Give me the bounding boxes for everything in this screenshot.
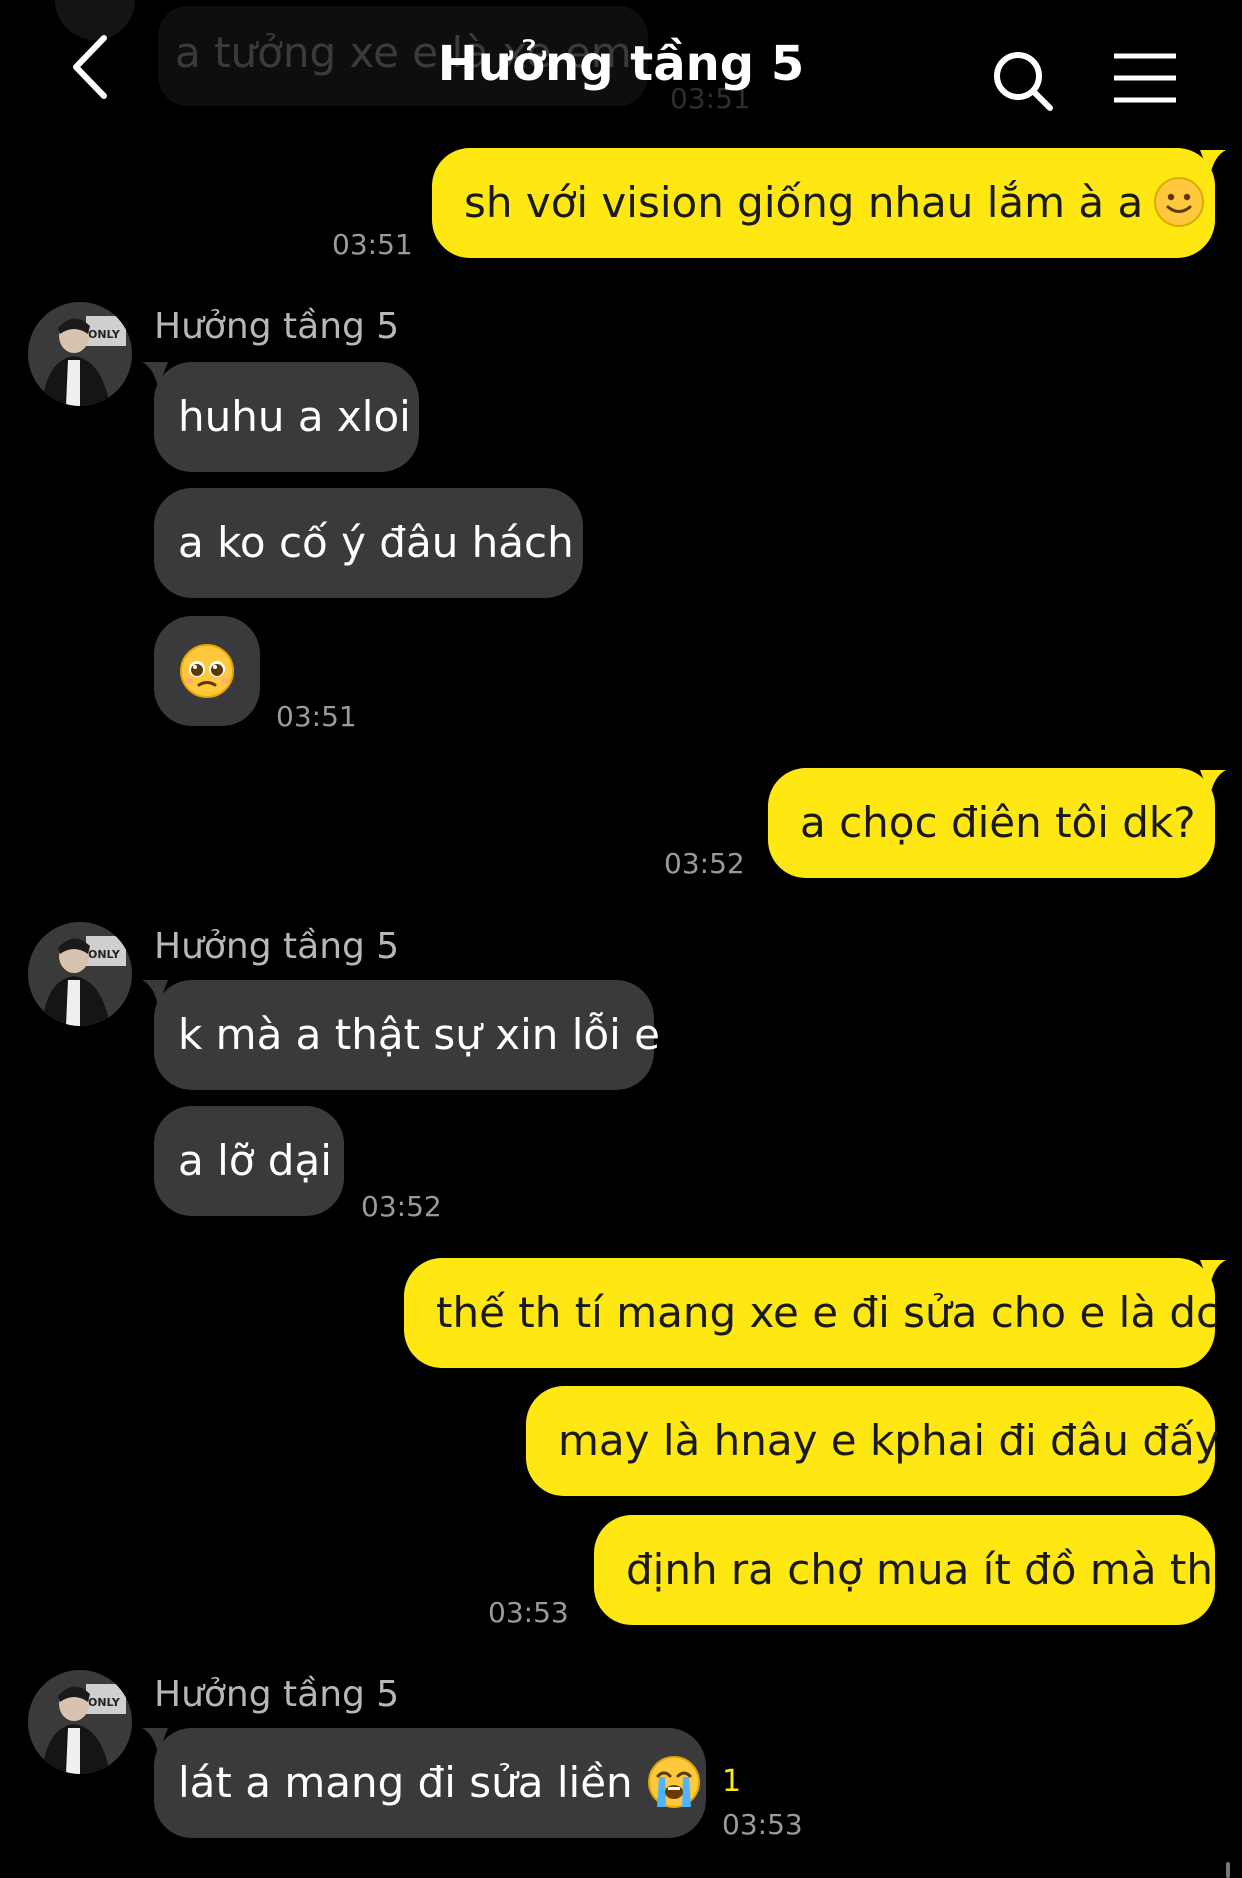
incoming-message-bubble[interactable]: a ko cố ý đâu hách bbox=[154, 488, 583, 598]
sender-name: Hưởng tầng 5 bbox=[154, 1674, 400, 1715]
message-time: 03:52 bbox=[664, 847, 745, 880]
message-text: a lỡ dại bbox=[178, 1136, 332, 1185]
incoming-message-bubble[interactable]: k mà a thật sự xin lỗi e bbox=[154, 980, 660, 1090]
message-time: 03:52 bbox=[361, 1190, 442, 1223]
outgoing-message-bubble[interactable]: thế th tí mang xe e đi sửa cho e là dc bbox=[404, 1258, 1219, 1368]
incoming-message-bubble[interactable]: lát a mang đi sửa liền bbox=[154, 1728, 706, 1838]
message-text: lát a mang đi sửa liền bbox=[178, 1758, 633, 1807]
message-time: 03:53 bbox=[722, 1808, 803, 1841]
outgoing-message-bubble[interactable]: sh với vision giống nhau lắm à a bbox=[432, 148, 1215, 258]
menu-button[interactable] bbox=[1110, 50, 1180, 106]
incoming-emoji-bubble[interactable] bbox=[154, 616, 260, 726]
sender-name: Hưởng tầng 5 bbox=[154, 306, 400, 347]
avatar[interactable]: ONLY bbox=[28, 1670, 132, 1774]
message-text: sh với vision giống nhau lắm à a bbox=[464, 178, 1144, 227]
contact-photo: ONLY bbox=[28, 922, 132, 1026]
hamburger-menu-icon bbox=[1114, 53, 1176, 103]
outgoing-message-bubble[interactable]: may là hnay e kphai đi đâu đấy bbox=[526, 1386, 1220, 1496]
outgoing-message-bubble[interactable]: a chọc điên tôi dk? bbox=[768, 768, 1215, 878]
incoming-message-bubble[interactable]: huhu a xloi bbox=[154, 362, 419, 472]
pleading-face-icon bbox=[180, 644, 234, 698]
sender-name: Hưởng tầng 5 bbox=[154, 926, 400, 967]
svg-text:ONLY: ONLY bbox=[88, 948, 121, 961]
slightly-smiling-face-icon bbox=[1154, 176, 1205, 227]
avatar[interactable]: ONLY bbox=[28, 302, 132, 406]
outgoing-bubble-tail bbox=[1200, 1260, 1226, 1286]
svg-text:ONLY: ONLY bbox=[88, 328, 121, 341]
message-text: may là hnay e kphai đi đâu đấy bbox=[558, 1416, 1220, 1465]
contact-photo: ONLY bbox=[28, 302, 132, 406]
incoming-message-bubble[interactable]: a lỡ dại bbox=[154, 1106, 344, 1216]
search-icon bbox=[994, 52, 1053, 111]
outgoing-message-bubble[interactable]: định ra chợ mua ít đồ mà th bbox=[594, 1515, 1215, 1625]
message-text: định ra chợ mua ít đồ mà th bbox=[626, 1545, 1213, 1594]
message-text: k mà a thật sự xin lỗi e bbox=[178, 1010, 660, 1059]
message-time: 03:51 bbox=[276, 700, 357, 733]
message-text: thế th tí mang xe e đi sửa cho e là dc bbox=[436, 1288, 1220, 1337]
outgoing-bubble-tail bbox=[1200, 770, 1226, 796]
message-text: a chọc điên tôi dk? bbox=[800, 798, 1196, 847]
message-text: a ko cố ý đâu hách bbox=[178, 518, 574, 567]
svg-text:ONLY: ONLY bbox=[88, 1696, 121, 1709]
outgoing-bubble-tail bbox=[1200, 150, 1226, 176]
scrollbar-thumb[interactable] bbox=[1226, 1862, 1230, 1878]
search-button[interactable] bbox=[988, 46, 1058, 116]
message-time: 03:53 bbox=[488, 1596, 569, 1629]
unread-count-badge: 1 bbox=[722, 1764, 742, 1799]
message-time: 03:51 bbox=[332, 228, 413, 261]
contact-photo: ONLY bbox=[28, 1670, 132, 1774]
loudly-crying-face-icon bbox=[647, 1755, 700, 1808]
avatar[interactable]: ONLY bbox=[28, 922, 132, 1026]
message-text: huhu a xloi bbox=[178, 392, 411, 441]
